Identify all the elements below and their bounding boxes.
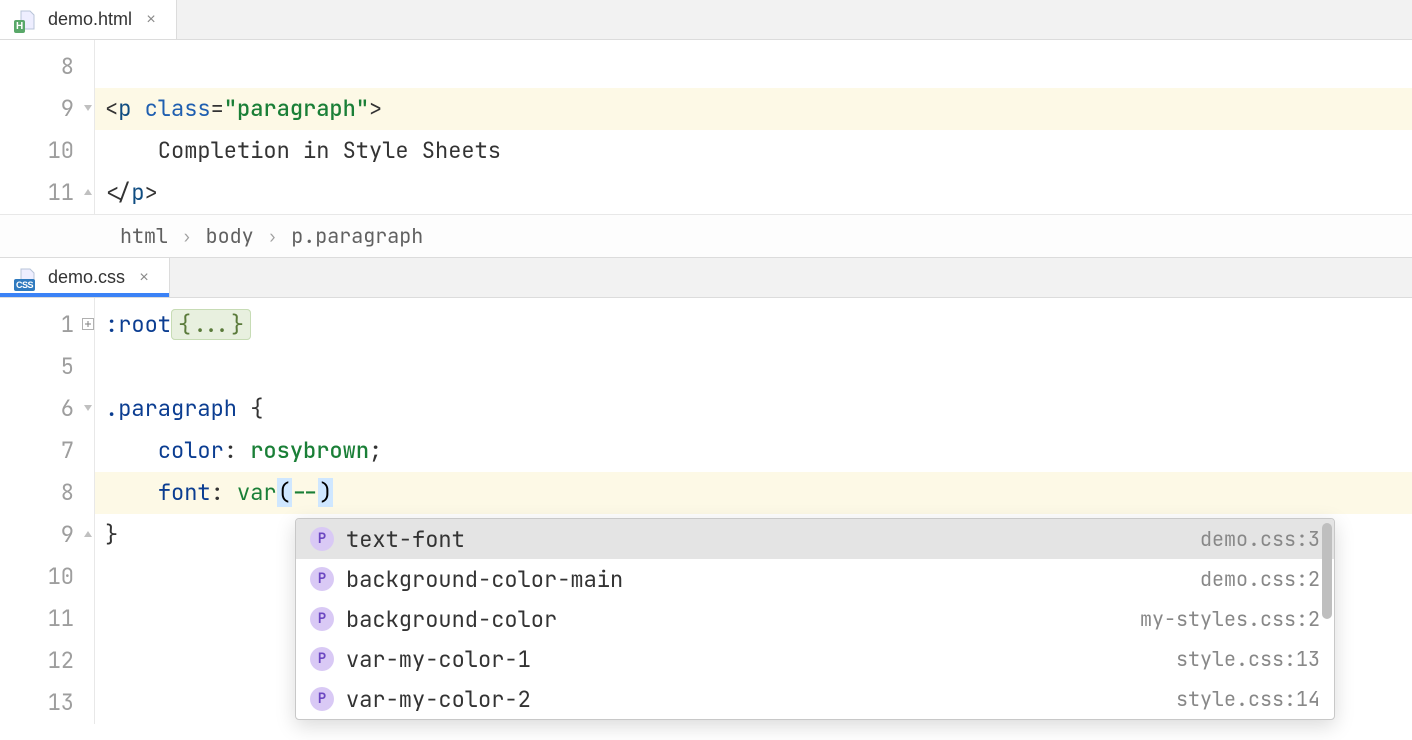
completion-label: background-color-main <box>346 565 1200 594</box>
completion-location: style.css:13 <box>1176 646 1320 672</box>
chevron-right-icon: › <box>182 226 192 247</box>
completion-label: background-color <box>346 605 1140 634</box>
html-code[interactable]: <p class="paragraph"> Completion in Styl… <box>95 40 1412 214</box>
property-badge-icon: P <box>310 527 334 551</box>
tab-filename: demo.html <box>48 9 132 30</box>
code-line[interactable]: .paragraph { <box>95 388 1412 430</box>
line-number: 10 <box>0 130 74 172</box>
tab-demo-css[interactable]: CSS demo.css × <box>0 258 170 297</box>
html-code-pane: 891011 <p class="paragraph"> Completion … <box>0 40 1412 214</box>
tab-filename: demo.css <box>48 267 125 288</box>
html-file-icon: H <box>16 9 38 31</box>
scrollbar-thumb[interactable] <box>1322 523 1332 619</box>
line-number: 5 <box>0 346 74 388</box>
code-line[interactable] <box>95 346 1412 388</box>
fold-open-icon[interactable] <box>82 102 96 116</box>
completion-item[interactable]: Pbackground-colormy-styles.css:2 <box>296 599 1334 639</box>
completion-location: my-styles.css:2 <box>1140 606 1320 632</box>
completion-item[interactable]: Pbackground-color-maindemo.css:2 <box>296 559 1334 599</box>
line-number: 7 <box>0 430 74 472</box>
line-number: 1 <box>0 304 74 346</box>
property-badge-icon: P <box>310 567 334 591</box>
property-badge-icon: P <box>310 687 334 711</box>
property-badge-icon: P <box>310 647 334 671</box>
fold-open-icon[interactable] <box>82 402 96 416</box>
completion-label: text-font <box>346 525 1200 554</box>
line-number: 9 <box>0 88 74 130</box>
code-line[interactable] <box>95 46 1412 88</box>
html-tab-bar: H demo.html × <box>0 0 1412 40</box>
completion-label: var-my-color-2 <box>346 685 1176 714</box>
breadcrumb: html › body › p.paragraph <box>0 214 1412 258</box>
css-gutter: 15678910111213 <box>0 298 95 724</box>
code-line[interactable]: :root{...} <box>95 304 1412 346</box>
line-number: 10 <box>0 556 74 598</box>
breadcrumb-item[interactable]: p.paragraph <box>291 223 423 249</box>
css-code-pane: 15678910111213 :root{...} .paragraph { co… <box>0 298 1412 724</box>
completion-item[interactable]: Ptext-fontdemo.css:3 <box>296 519 1334 559</box>
line-number: 8 <box>0 472 74 514</box>
css-file-icon: CSS <box>16 267 38 289</box>
close-icon[interactable]: × <box>142 11 160 29</box>
tab-demo-html[interactable]: H demo.html × <box>0 0 177 39</box>
html-gutter: 891011 <box>0 40 95 214</box>
line-number: 11 <box>0 172 74 214</box>
scrollbar[interactable] <box>1322 523 1332 715</box>
code-line[interactable]: </p> <box>95 172 1412 214</box>
chevron-right-icon: › <box>268 226 278 247</box>
completion-location: demo.css:3 <box>1200 526 1320 552</box>
line-number: 13 <box>0 682 74 724</box>
completion-item[interactable]: Pvar-my-color-1style.css:13 <box>296 639 1334 679</box>
breadcrumb-item[interactable]: html <box>120 223 168 249</box>
property-badge-icon: P <box>310 607 334 631</box>
line-number: 9 <box>0 514 74 556</box>
css-tab-bar: CSS demo.css × <box>0 258 1412 298</box>
code-line[interactable]: Completion in Style Sheets <box>95 130 1412 172</box>
code-line[interactable]: font: var(--) <box>95 472 1412 514</box>
fold-close-icon[interactable] <box>82 528 96 542</box>
completion-item[interactable]: Pvar-my-color-2style.css:14 <box>296 679 1334 719</box>
code-line[interactable]: <p class="paragraph"> <box>95 88 1412 130</box>
line-number: 6 <box>0 388 74 430</box>
code-line[interactable]: color: rosybrown; <box>95 430 1412 472</box>
close-icon[interactable]: × <box>135 269 153 287</box>
css-editor-pane: CSS demo.css × 15678910111213 :root{...}… <box>0 258 1412 724</box>
breadcrumb-item[interactable]: body <box>206 223 254 249</box>
completion-label: var-my-color-1 <box>346 645 1176 674</box>
completion-popup: Ptext-fontdemo.css:3Pbackground-color-ma… <box>295 518 1335 720</box>
completion-location: demo.css:2 <box>1200 566 1320 592</box>
line-number: 8 <box>0 46 74 88</box>
fold-close-icon[interactable] <box>82 186 96 200</box>
line-number: 12 <box>0 640 74 682</box>
line-number: 11 <box>0 598 74 640</box>
completion-location: style.css:14 <box>1176 686 1320 712</box>
expand-fold-icon[interactable] <box>82 318 96 332</box>
html-editor-pane: H demo.html × 891011 <p class="paragraph… <box>0 0 1412 258</box>
